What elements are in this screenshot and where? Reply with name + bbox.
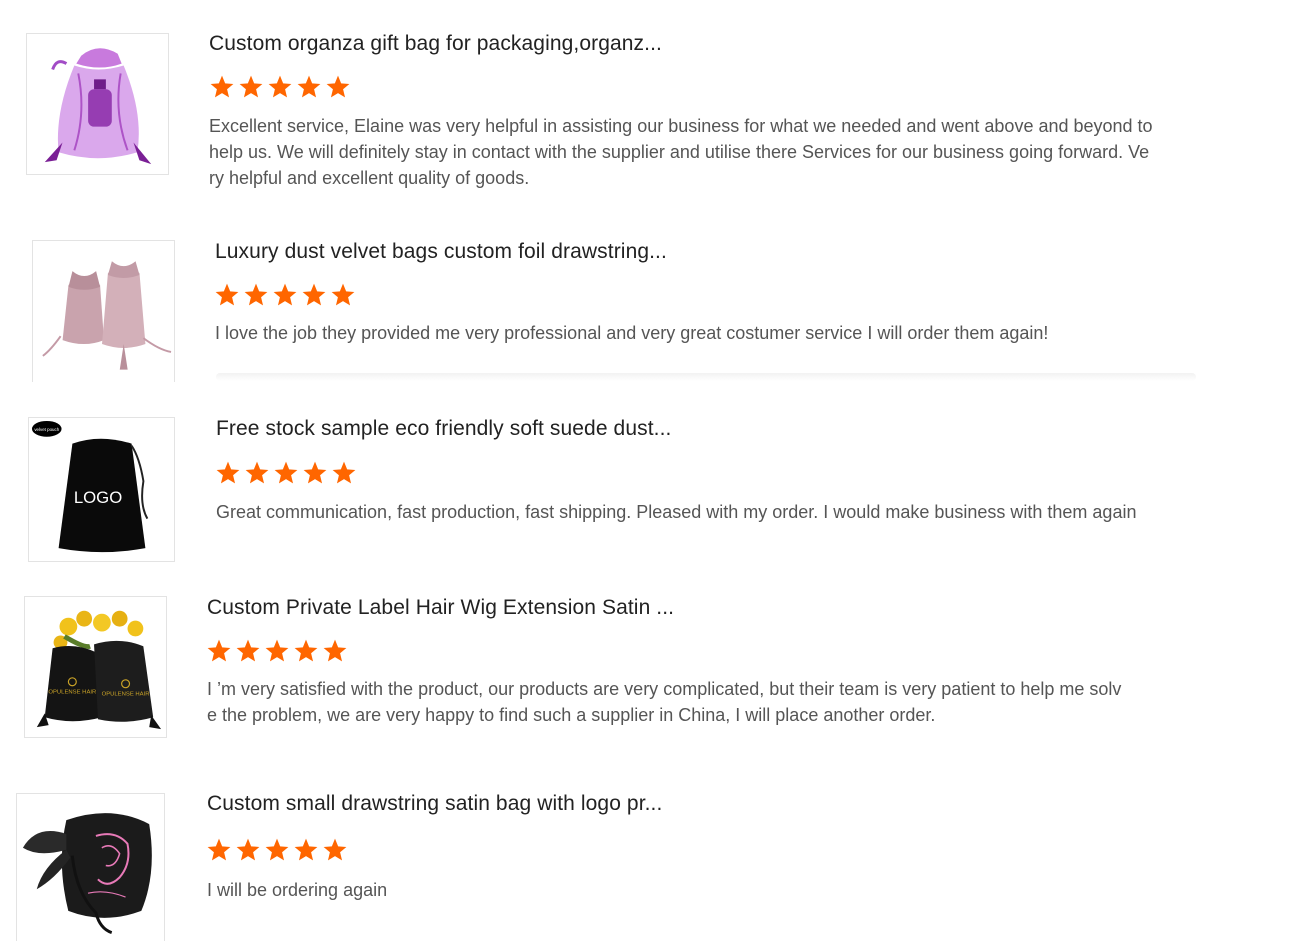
- star-icon: [244, 460, 270, 486]
- section-divider: [216, 373, 1196, 381]
- star-icon: [264, 837, 290, 863]
- product-thumbnail-organza-bag[interactable]: [26, 33, 169, 175]
- review-text: Excellent service, Elaine was very helpf…: [209, 116, 1153, 188]
- velvet-bag-image: [33, 241, 174, 382]
- star-rating: [214, 282, 356, 308]
- star-icon: [264, 638, 290, 664]
- review-text: I love the job they provided me very pro…: [215, 323, 1049, 343]
- review-product-title[interactable]: Custom small drawstring satin bag with l…: [207, 792, 662, 816]
- suede-bag-image: velvet pouch LOGO: [29, 418, 174, 561]
- star-icon: [206, 837, 232, 863]
- star-icon: [235, 638, 261, 664]
- star-icon: [293, 638, 319, 664]
- star-icon: [293, 837, 319, 863]
- bag-brand-label: OPULENSE HAIR: [102, 692, 150, 698]
- star-icon: [209, 74, 235, 100]
- star-rating: [215, 460, 357, 486]
- review-product-title[interactable]: Free stock sample eco friendly soft sued…: [216, 417, 671, 441]
- star-icon: [238, 74, 264, 100]
- star-icon: [302, 460, 328, 486]
- bag-brand-label: OPULENSE HAIR: [48, 690, 96, 696]
- star-icon: [272, 282, 298, 308]
- star-icon: [206, 638, 232, 664]
- review-product-title[interactable]: Custom Private Label Hair Wig Extension …: [207, 596, 674, 620]
- star-icon: [243, 282, 269, 308]
- review-text: Great communication, fast production, fa…: [216, 502, 1137, 522]
- star-icon: [214, 282, 240, 308]
- star-rating: [206, 837, 348, 863]
- star-icon: [325, 74, 351, 100]
- review-product-title[interactable]: Custom organza gift bag for packaging,or…: [209, 32, 662, 56]
- star-icon: [322, 837, 348, 863]
- product-thumbnail-velvet-bag[interactable]: [32, 240, 175, 382]
- review-product-title[interactable]: Luxury dust velvet bags custom foil draw…: [215, 240, 667, 264]
- star-icon: [273, 460, 299, 486]
- star-icon: [330, 282, 356, 308]
- star-icon: [215, 460, 241, 486]
- star-rating: [209, 74, 351, 100]
- review-text: I will be ordering again: [207, 880, 388, 900]
- velvet-pouch-label: velvet pouch: [34, 427, 59, 432]
- product-thumbnail-suede-bag[interactable]: velvet pouch LOGO: [28, 417, 175, 562]
- star-icon: [235, 837, 261, 863]
- product-thumbnail-satin-wig-bag[interactable]: OPULENSE HAIR OPULENSE HAIR: [24, 596, 167, 738]
- organza-bag-image: [27, 34, 168, 174]
- drawstring-satin-bag-image: [17, 794, 164, 941]
- star-icon: [322, 638, 348, 664]
- star-icon: [296, 74, 322, 100]
- logo-label: LOGO: [74, 488, 122, 507]
- star-icon: [267, 74, 293, 100]
- star-icon: [301, 282, 327, 308]
- satin-wig-bag-image: OPULENSE HAIR OPULENSE HAIR: [25, 597, 166, 737]
- product-thumbnail-drawstring-satin-bag[interactable]: [16, 793, 165, 941]
- star-rating: [206, 638, 348, 664]
- star-icon: [331, 460, 357, 486]
- review-text: I ’m very satisfied with the product, ou…: [207, 679, 1122, 725]
